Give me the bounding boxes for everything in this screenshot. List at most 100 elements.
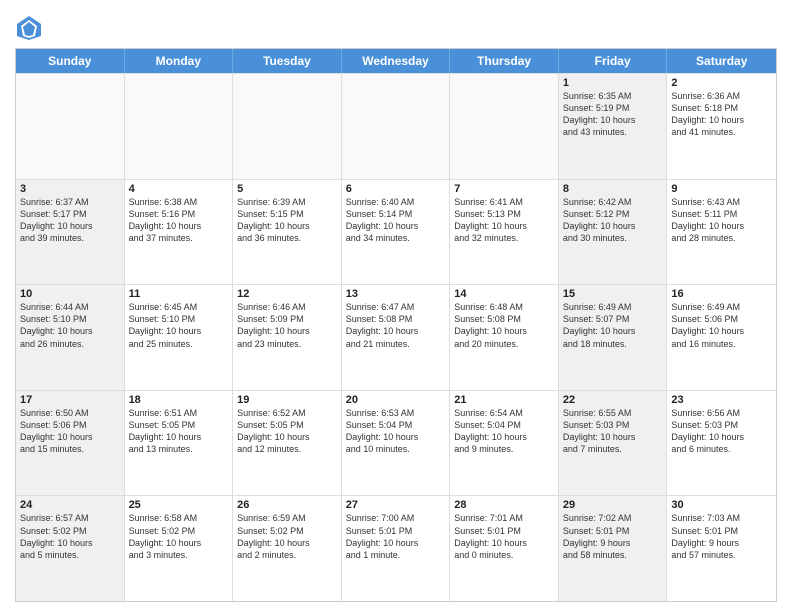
cal-cell: 9Sunrise: 6:43 AM Sunset: 5:11 PM Daylig… [667,180,776,285]
cal-cell [16,74,125,179]
day-number: 11 [129,288,229,300]
cell-info: Sunrise: 6:45 AM Sunset: 5:10 PM Dayligh… [129,301,229,350]
day-number: 29 [563,499,663,511]
day-number: 25 [129,499,229,511]
cal-cell: 1Sunrise: 6:35 AM Sunset: 5:19 PM Daylig… [559,74,668,179]
cal-cell: 21Sunrise: 6:54 AM Sunset: 5:04 PM Dayli… [450,391,559,496]
header-day-saturday: Saturday [667,49,776,73]
cal-cell: 17Sunrise: 6:50 AM Sunset: 5:06 PM Dayli… [16,391,125,496]
cell-info: Sunrise: 6:42 AM Sunset: 5:12 PM Dayligh… [563,196,663,245]
cal-cell: 30Sunrise: 7:03 AM Sunset: 5:01 PM Dayli… [667,496,776,601]
cell-info: Sunrise: 6:39 AM Sunset: 5:15 PM Dayligh… [237,196,337,245]
cell-info: Sunrise: 6:40 AM Sunset: 5:14 PM Dayligh… [346,196,446,245]
day-number: 17 [20,394,120,406]
cal-cell: 6Sunrise: 6:40 AM Sunset: 5:14 PM Daylig… [342,180,451,285]
cal-cell: 15Sunrise: 6:49 AM Sunset: 5:07 PM Dayli… [559,285,668,390]
day-number: 15 [563,288,663,300]
cell-info: Sunrise: 6:51 AM Sunset: 5:05 PM Dayligh… [129,407,229,456]
cell-info: Sunrise: 6:37 AM Sunset: 5:17 PM Dayligh… [20,196,120,245]
cell-info: Sunrise: 6:52 AM Sunset: 5:05 PM Dayligh… [237,407,337,456]
cell-info: Sunrise: 6:49 AM Sunset: 5:07 PM Dayligh… [563,301,663,350]
cell-info: Sunrise: 6:54 AM Sunset: 5:04 PM Dayligh… [454,407,554,456]
calendar-header: SundayMondayTuesdayWednesdayThursdayFrid… [16,49,776,73]
day-number: 14 [454,288,554,300]
cal-cell: 27Sunrise: 7:00 AM Sunset: 5:01 PM Dayli… [342,496,451,601]
cal-cell: 26Sunrise: 6:59 AM Sunset: 5:02 PM Dayli… [233,496,342,601]
cal-cell: 22Sunrise: 6:55 AM Sunset: 5:03 PM Dayli… [559,391,668,496]
day-number: 3 [20,183,120,195]
cell-info: Sunrise: 6:53 AM Sunset: 5:04 PM Dayligh… [346,407,446,456]
day-number: 20 [346,394,446,406]
calendar: SundayMondayTuesdayWednesdayThursdayFrid… [15,48,777,602]
cell-info: Sunrise: 6:49 AM Sunset: 5:06 PM Dayligh… [671,301,772,350]
day-number: 5 [237,183,337,195]
cell-info: Sunrise: 7:02 AM Sunset: 5:01 PM Dayligh… [563,512,663,561]
cal-cell [233,74,342,179]
cal-cell: 3Sunrise: 6:37 AM Sunset: 5:17 PM Daylig… [16,180,125,285]
cell-info: Sunrise: 6:48 AM Sunset: 5:08 PM Dayligh… [454,301,554,350]
day-number: 27 [346,499,446,511]
cell-info: Sunrise: 6:38 AM Sunset: 5:16 PM Dayligh… [129,196,229,245]
day-number: 26 [237,499,337,511]
cal-cell: 16Sunrise: 6:49 AM Sunset: 5:06 PM Dayli… [667,285,776,390]
day-number: 2 [671,77,772,89]
cell-info: Sunrise: 6:41 AM Sunset: 5:13 PM Dayligh… [454,196,554,245]
cal-cell [450,74,559,179]
day-number: 16 [671,288,772,300]
cell-info: Sunrise: 7:00 AM Sunset: 5:01 PM Dayligh… [346,512,446,561]
cal-row-2: 10Sunrise: 6:44 AM Sunset: 5:10 PM Dayli… [16,284,776,390]
cell-info: Sunrise: 7:01 AM Sunset: 5:01 PM Dayligh… [454,512,554,561]
cell-info: Sunrise: 6:56 AM Sunset: 5:03 PM Dayligh… [671,407,772,456]
day-number: 4 [129,183,229,195]
day-number: 23 [671,394,772,406]
cal-cell: 23Sunrise: 6:56 AM Sunset: 5:03 PM Dayli… [667,391,776,496]
day-number: 24 [20,499,120,511]
cal-cell: 28Sunrise: 7:01 AM Sunset: 5:01 PM Dayli… [450,496,559,601]
day-number: 9 [671,183,772,195]
cal-cell: 19Sunrise: 6:52 AM Sunset: 5:05 PM Dayli… [233,391,342,496]
day-number: 22 [563,394,663,406]
cal-cell: 25Sunrise: 6:58 AM Sunset: 5:02 PM Dayli… [125,496,234,601]
cal-cell: 20Sunrise: 6:53 AM Sunset: 5:04 PM Dayli… [342,391,451,496]
header-day-tuesday: Tuesday [233,49,342,73]
cell-info: Sunrise: 6:47 AM Sunset: 5:08 PM Dayligh… [346,301,446,350]
cal-cell: 11Sunrise: 6:45 AM Sunset: 5:10 PM Dayli… [125,285,234,390]
day-number: 30 [671,499,772,511]
cal-row-0: 1Sunrise: 6:35 AM Sunset: 5:19 PM Daylig… [16,73,776,179]
day-number: 19 [237,394,337,406]
day-number: 21 [454,394,554,406]
cal-cell: 14Sunrise: 6:48 AM Sunset: 5:08 PM Dayli… [450,285,559,390]
header [15,10,777,42]
cell-info: Sunrise: 6:58 AM Sunset: 5:02 PM Dayligh… [129,512,229,561]
page: SundayMondayTuesdayWednesdayThursdayFrid… [0,0,792,612]
header-day-thursday: Thursday [450,49,559,73]
logo [15,14,47,42]
day-number: 28 [454,499,554,511]
cell-info: Sunrise: 6:57 AM Sunset: 5:02 PM Dayligh… [20,512,120,561]
cal-row-4: 24Sunrise: 6:57 AM Sunset: 5:02 PM Dayli… [16,495,776,601]
cal-cell: 2Sunrise: 6:36 AM Sunset: 5:18 PM Daylig… [667,74,776,179]
cell-info: Sunrise: 6:36 AM Sunset: 5:18 PM Dayligh… [671,90,772,139]
day-number: 8 [563,183,663,195]
day-number: 18 [129,394,229,406]
cal-cell: 13Sunrise: 6:47 AM Sunset: 5:08 PM Dayli… [342,285,451,390]
cal-cell: 5Sunrise: 6:39 AM Sunset: 5:15 PM Daylig… [233,180,342,285]
header-day-friday: Friday [559,49,668,73]
cal-cell [342,74,451,179]
cell-info: Sunrise: 6:55 AM Sunset: 5:03 PM Dayligh… [563,407,663,456]
cell-info: Sunrise: 6:35 AM Sunset: 5:19 PM Dayligh… [563,90,663,139]
day-number: 10 [20,288,120,300]
cal-row-1: 3Sunrise: 6:37 AM Sunset: 5:17 PM Daylig… [16,179,776,285]
cell-info: Sunrise: 6:44 AM Sunset: 5:10 PM Dayligh… [20,301,120,350]
cal-row-3: 17Sunrise: 6:50 AM Sunset: 5:06 PM Dayli… [16,390,776,496]
cell-info: Sunrise: 6:43 AM Sunset: 5:11 PM Dayligh… [671,196,772,245]
cell-info: Sunrise: 6:46 AM Sunset: 5:09 PM Dayligh… [237,301,337,350]
cal-cell [125,74,234,179]
cal-cell: 18Sunrise: 6:51 AM Sunset: 5:05 PM Dayli… [125,391,234,496]
day-number: 7 [454,183,554,195]
cal-cell: 29Sunrise: 7:02 AM Sunset: 5:01 PM Dayli… [559,496,668,601]
cal-cell: 7Sunrise: 6:41 AM Sunset: 5:13 PM Daylig… [450,180,559,285]
cell-info: Sunrise: 6:50 AM Sunset: 5:06 PM Dayligh… [20,407,120,456]
cal-cell: 12Sunrise: 6:46 AM Sunset: 5:09 PM Dayli… [233,285,342,390]
cell-info: Sunrise: 6:59 AM Sunset: 5:02 PM Dayligh… [237,512,337,561]
